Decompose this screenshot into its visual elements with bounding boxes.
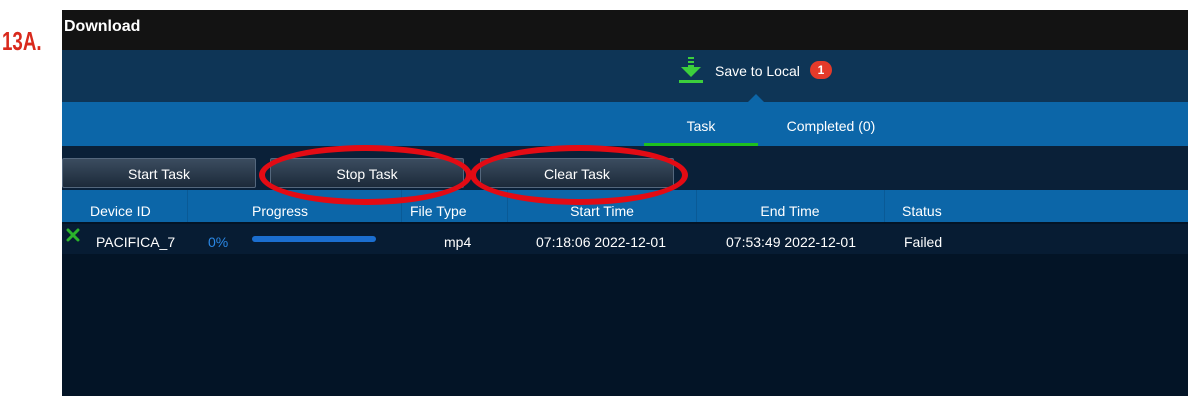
stop-task-button[interactable]: Stop Task	[270, 158, 464, 188]
window-title: Download	[64, 18, 141, 35]
column-header-device-id[interactable]: Device ID	[62, 190, 188, 222]
top-bar: Save to Local 1	[62, 50, 1188, 102]
start-time-cell: 07:18:06 2022-12-01	[536, 234, 666, 250]
column-header-status[interactable]: Status	[884, 190, 1004, 222]
device-id-cell: PACIFICA_7	[96, 234, 176, 250]
column-header-start-time[interactable]: Start Time	[508, 190, 697, 222]
save-to-local-button[interactable]: Save to Local 1	[677, 55, 847, 85]
column-header-end-time[interactable]: End Time	[696, 190, 885, 222]
start-task-button[interactable]: Start Task	[62, 158, 256, 188]
clear-task-button[interactable]: Clear Task	[480, 158, 674, 188]
x-icon	[66, 228, 80, 245]
status-cell: Failed	[904, 234, 943, 250]
save-to-local-label: Save to Local	[715, 63, 800, 79]
download-arrow-icon	[677, 55, 705, 88]
title-bar: Download	[62, 10, 1188, 50]
table-row[interactable]: PACIFICA_7 0% mp4 07:18:06 2022-12-01 07…	[62, 224, 1188, 254]
download-window: Download Save to Local 1 Task Completed …	[62, 10, 1188, 396]
tab-task[interactable]: Task	[644, 102, 758, 146]
column-header-file-type[interactable]: File Type	[402, 190, 508, 222]
tab-completed[interactable]: Completed (0)	[768, 102, 894, 146]
progress-bar-fill	[252, 236, 376, 242]
tab-bar: Task Completed (0)	[62, 102, 1188, 146]
notification-badge: 1	[810, 61, 832, 79]
column-header-progress[interactable]: Progress	[188, 190, 402, 222]
end-time-cell: 07:53:49 2022-12-01	[726, 234, 856, 250]
progress-percent-cell: 0%	[208, 234, 229, 250]
step-annotation-label: 13A.	[2, 26, 42, 56]
task-toolbar: Start Task Stop Task Clear Task	[62, 146, 1188, 190]
tab-pointer	[748, 94, 764, 102]
file-type-cell: mp4	[444, 234, 472, 250]
table-header: Device ID Progress File Type Start Time …	[62, 190, 1188, 222]
progress-bar	[252, 236, 376, 242]
